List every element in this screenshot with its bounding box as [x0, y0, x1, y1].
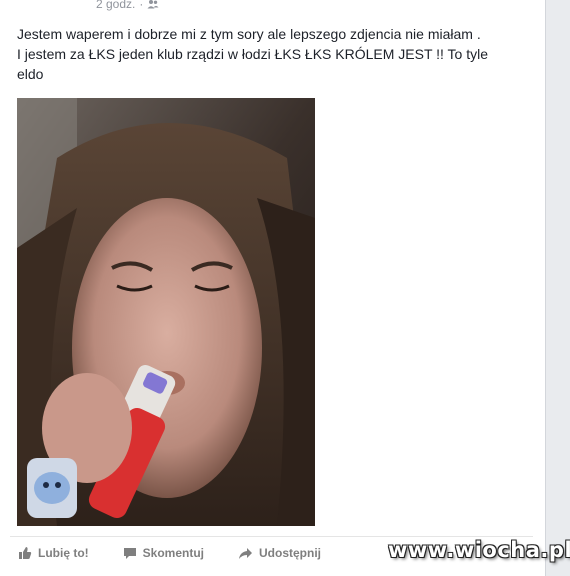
- meta-separator: ·: [139, 0, 144, 11]
- like-label: Lubię to!: [38, 546, 89, 560]
- post-text-line: I jestem za ŁKS jeden klub rządzi w łodz…: [17, 46, 489, 62]
- like-button[interactable]: Lubię to!: [18, 546, 89, 560]
- thumbs-up-icon: [19, 547, 32, 559]
- photo-image: [17, 98, 315, 526]
- post-text-line: Jestem waperem i dobrze mi z tym sory al…: [17, 26, 481, 42]
- post-actions: Lubię to! Skomentuj Udostępnij: [18, 546, 355, 560]
- comment-label: Skomentuj: [142, 546, 204, 560]
- share-button[interactable]: Udostępnij: [238, 546, 321, 560]
- site-watermark: www.wiocha.pl: [388, 538, 570, 562]
- post-card: 2 godz. · Jestem waperem i dobrze mi z t…: [0, 0, 546, 576]
- post-timestamp[interactable]: 2 godz.: [96, 0, 135, 11]
- post-photo[interactable]: [17, 98, 315, 526]
- post-text: Jestem waperem i dobrze mi z tym sory al…: [17, 24, 537, 84]
- actions-divider: [10, 536, 533, 537]
- post-text-line: eldo: [17, 66, 44, 82]
- post-meta: 2 godz. ·: [96, 0, 159, 11]
- share-icon: [239, 547, 252, 559]
- page-background-strip: [546, 0, 570, 576]
- friends-icon[interactable]: [147, 0, 159, 9]
- share-label: Udostępnij: [259, 546, 321, 560]
- comment-button[interactable]: Skomentuj: [123, 546, 204, 560]
- comment-icon: [123, 547, 136, 559]
